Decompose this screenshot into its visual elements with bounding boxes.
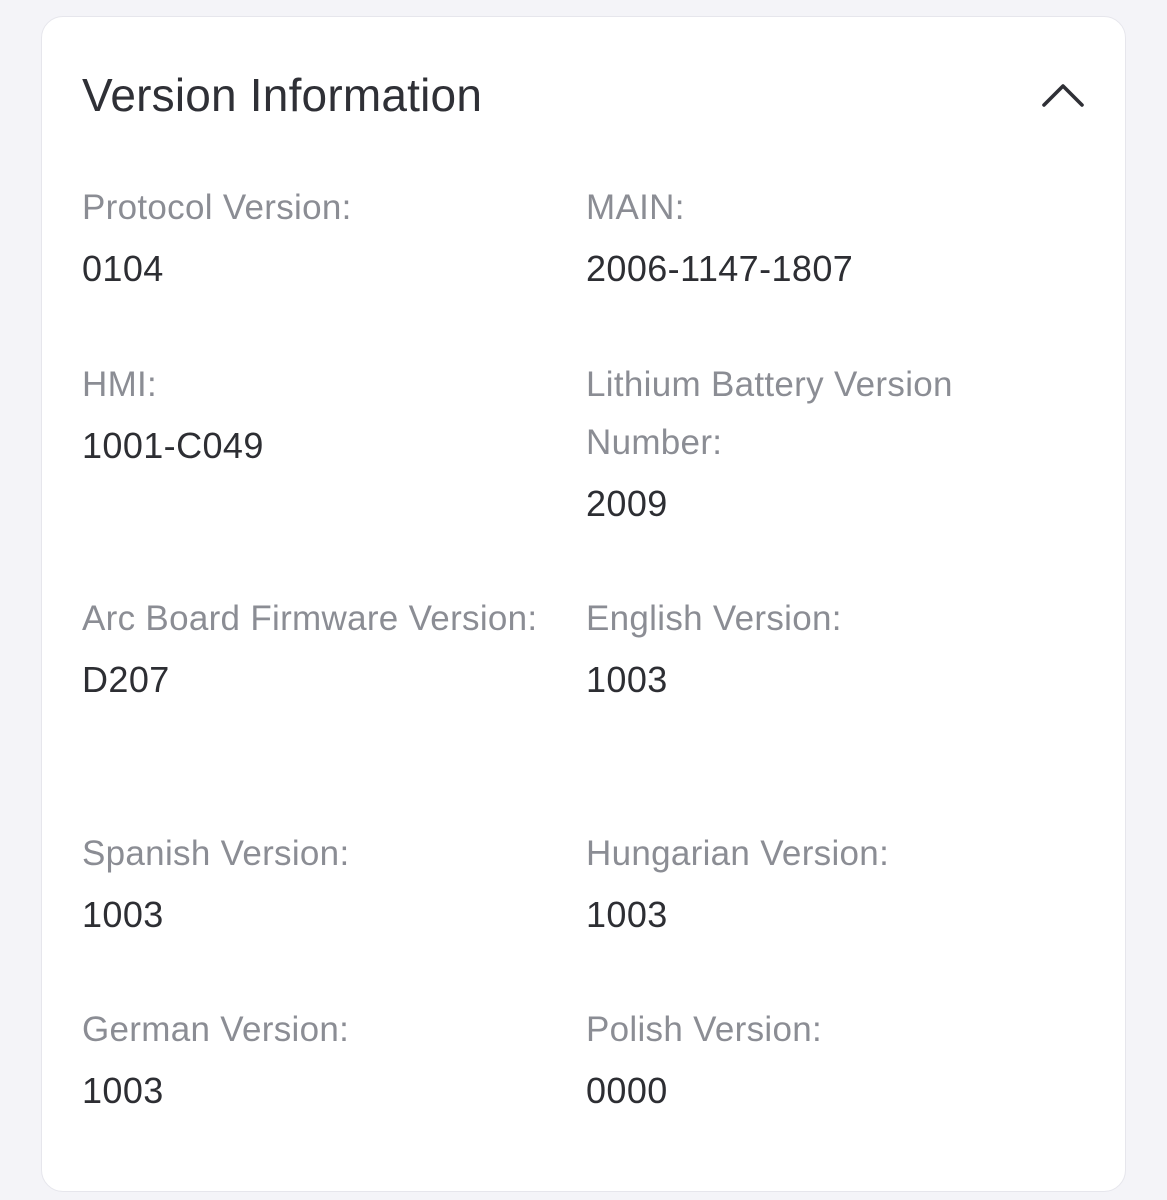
field-main: MAIN: 2006-1147-1807 xyxy=(586,179,1046,289)
card-header[interactable]: Version Information xyxy=(82,65,1085,125)
field-label: Arc Board Firmware Version: xyxy=(82,599,538,638)
field-english-version: English Version: 1003 xyxy=(586,590,1046,700)
field-label: Hungarian Version: xyxy=(586,834,890,873)
field-label: MAIN: xyxy=(586,188,685,227)
field-label: Lithium Battery Version Number: xyxy=(586,365,953,462)
field-spanish-version: Spanish Version: 1003 xyxy=(82,825,542,935)
field-value: 1003 xyxy=(586,659,668,700)
card-title: Version Information xyxy=(82,69,483,121)
field-value: 1001-C049 xyxy=(82,425,264,466)
field-label: Polish Version: xyxy=(586,1010,823,1049)
field-value: 1003 xyxy=(82,894,164,935)
chevron-up-icon xyxy=(1042,84,1084,107)
field-value: 0104 xyxy=(82,248,164,289)
field-hmi: HMI: 1001-C049 xyxy=(82,356,542,466)
field-lithium-battery-version: Lithium Battery Version Number: 2009 xyxy=(586,356,1046,524)
field-label: German Version: xyxy=(82,1010,350,1049)
field-label: Protocol Version: xyxy=(82,188,352,227)
version-information-card: Version Information Protocol Version: 01… xyxy=(41,16,1126,1192)
field-value: D207 xyxy=(82,659,170,700)
field-polish-version: Polish Version: 0000 xyxy=(586,1001,1046,1111)
field-value: 1003 xyxy=(82,1070,164,1111)
field-value: 1003 xyxy=(586,894,668,935)
collapse-button[interactable] xyxy=(1037,69,1089,121)
field-protocol-version: Protocol Version: 0104 xyxy=(82,179,542,289)
field-hungarian-version: Hungarian Version: 1003 xyxy=(586,825,1046,935)
field-value: 2006-1147-1807 xyxy=(586,248,854,289)
field-label: English Version: xyxy=(586,599,842,638)
field-label: HMI: xyxy=(82,365,158,404)
field-value: 2009 xyxy=(586,483,668,524)
field-label: Spanish Version: xyxy=(82,834,350,873)
field-value: 0000 xyxy=(586,1070,668,1111)
field-german-version: German Version: 1003 xyxy=(82,1001,542,1111)
field-arc-board-firmware: Arc Board Firmware Version: D207 xyxy=(82,590,542,700)
